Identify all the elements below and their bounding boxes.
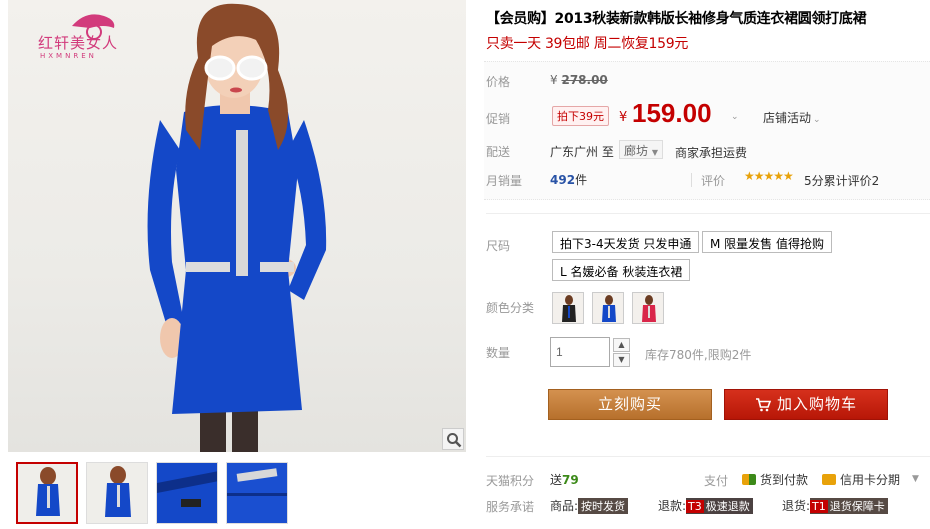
price-chevron-down-icon[interactable]: ⌄ [731,112,739,122]
thumbnail-1[interactable] [16,462,78,524]
points-prefix: 送 [550,473,563,487]
sales-unit: 件 [575,173,588,187]
promise-label: 服务承诺 [486,500,535,514]
thumbnail-3-image [157,463,217,523]
quantity-input[interactable] [550,337,610,367]
size-option[interactable]: 拍下3-4天发货 只发申通 [552,231,700,253]
sales-count-value: 492 [550,173,576,187]
rating-stars-icon: ★★★★★ [744,169,794,183]
t1-key: T1 [810,500,828,513]
rating-summary-link[interactable]: 5分累计评价2 [804,172,879,189]
credit-installment[interactable]: 信用卡分期 [822,471,900,488]
sales-label: 月销量 [486,174,523,188]
return-card-text: 退货保障卡 [829,500,885,513]
original-price: ¥ 278.00 [550,73,608,87]
promise-prefix: 退款: [658,499,687,513]
current-price: 159.00 [632,98,712,128]
thumbnail-4-image [227,463,287,523]
separator [486,456,930,457]
points-label: 天猫积分 [486,474,535,488]
add-to-cart-button[interactable]: 加入购物车 [724,389,888,420]
model-illustration [147,3,327,452]
stock-info: 库存780件,限购2件 [645,348,752,362]
magnifier-icon [447,433,462,448]
thumbnail-2[interactable] [86,462,148,524]
t3-key: T3 [686,500,704,513]
ship-destination-value: 廊坊 [624,144,649,158]
logo-text: 红轩美女人 [38,34,119,52]
tmall-points: 送79 [550,471,579,488]
shop-activity-label: 店铺活动 [763,111,812,125]
color-label: 颜色分类 [486,301,535,315]
promise-fast-refund[interactable]: 退款: T3 极速退款 [658,497,753,514]
credit-label: 信用卡分期 [840,473,901,487]
thumbnail-2-image [87,463,147,523]
add-to-cart-label: 加入购物车 [776,395,857,413]
fast-refund-badge: T3 极速退款 [686,498,753,514]
cod-payment[interactable]: 货到付款 [742,471,808,488]
shop-activity-chevron-icon: ⌄ [813,115,821,125]
original-price-value: 278.00 [561,73,608,87]
thumbnail-1-image [18,464,76,522]
separator [486,213,930,214]
current-currency-symbol: ¥ [619,110,628,125]
color-swatch-red[interactable] [632,292,664,324]
cod-label: 货到付款 [760,473,809,487]
color-swatch-blue[interactable] [592,292,624,324]
cash-on-delivery-icon [742,474,756,485]
currency-symbol: ¥ [550,73,558,87]
promo-label: 促销 [486,112,511,126]
promo-tag: 拍下39元 [552,106,609,126]
chevron-up-icon: ▲ [618,340,625,349]
buy-now-button[interactable]: 立刻购买 [548,389,712,420]
shipping-fee: 商家承担运费 [675,146,748,160]
cart-icon [755,397,771,411]
main-product-image[interactable]: 红轩美女人 HXMNREN [8,0,466,452]
points-value: 79 [562,473,579,487]
product-title: 【会员购】2013秋装新款韩版长袖修身气质连衣裙圆领打底裙 [486,11,867,27]
promise-return-card[interactable]: 退货: T1 退货保障卡 [782,497,888,514]
payment-chevron-down-icon[interactable]: ▼ [912,474,919,484]
thumbnail-3[interactable] [156,462,218,524]
logo-subtext: HXMNREN [40,52,97,60]
shop-activity-dropdown[interactable]: 店铺活动 ⌄ [763,109,821,126]
divider [691,173,692,187]
monthly-sales: 492件 [550,171,587,188]
zoom-button[interactable] [442,428,464,450]
destination-caret-icon: ▼ [651,148,658,157]
ship-from: 广东广州 至 [550,145,614,159]
size-option[interactable]: M 限量发售 值得抢购 [702,231,832,253]
product-page: 红轩美女人 HXMNREN 【会员购】2013秋装新款韩版长袖修身气质连衣裙圆领… [0,0,930,529]
color-swatch-image [553,293,583,323]
size-label: 尺码 [486,239,511,253]
promise-ship-on-time[interactable]: 商品: 按时发货 [550,497,629,514]
return-card-badge: T1 退货保障卡 [810,498,888,514]
color-swatch-image [633,293,663,323]
thumbnail-4[interactable] [226,462,288,524]
chevron-down-icon: ▼ [618,355,625,364]
quantity-increase-button[interactable]: ▲ [613,338,630,352]
product-subtitle: 只卖一天 39包邮 周二恢复159元 [486,36,689,52]
fast-refund-text: 极速退款 [705,500,750,513]
orig-price-label: 价格 [486,75,511,89]
quantity-label: 数量 [486,346,511,360]
rating-label: 评价 [701,174,726,188]
payment-label: 支付 [704,474,729,488]
color-swatch-black-blue[interactable] [552,292,584,324]
promise-prefix: 退货: [782,499,811,513]
color-swatch-image [593,293,623,323]
promise-prefix: 商品: [550,499,579,513]
size-option[interactable]: L 名媛必备 秋装连衣裙 [552,259,691,281]
on-time-badge: 按时发货 [578,498,629,514]
ship-destination-select[interactable]: 廊坊 ▼ [619,140,663,159]
shipping-label: 配送 [486,145,511,159]
credit-card-icon [822,474,836,485]
quantity-decrease-button[interactable]: ▼ [613,353,630,367]
